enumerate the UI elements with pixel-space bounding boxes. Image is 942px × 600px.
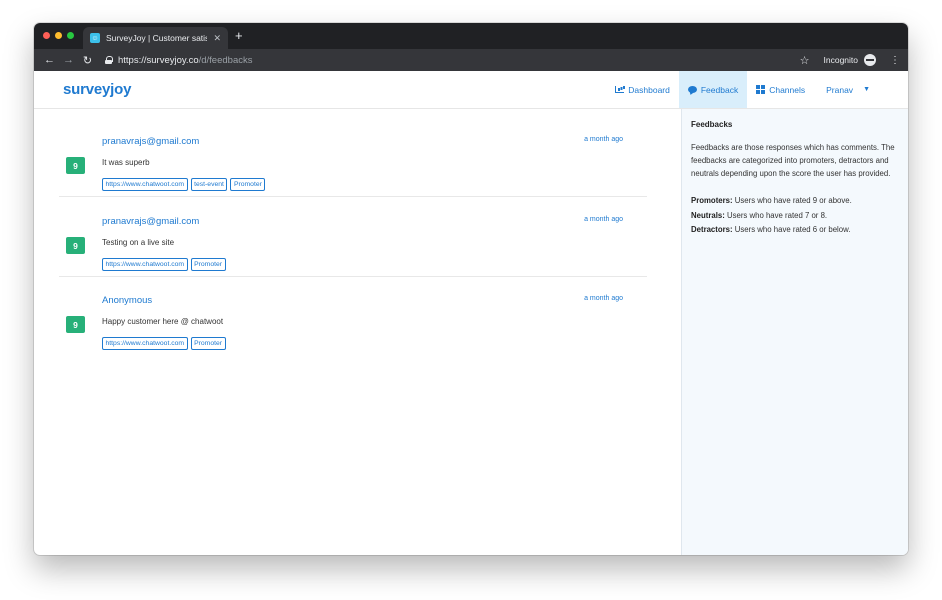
back-arrow-icon[interactable]: ←: [40, 54, 59, 66]
user-menu[interactable]: Pranav ▼: [814, 71, 908, 108]
browser-menu-icon[interactable]: ⋮: [890, 55, 900, 66]
tab-strip: ☺ SurveyJoy | Customer satisfact ✕ +: [34, 23, 908, 49]
tag-url[interactable]: https://www.chatwoot.com: [102, 337, 188, 350]
nav-feedback[interactable]: Feedback: [678, 71, 748, 108]
info-sidebar: Feedbacks Feedbacks are those responses …: [681, 109, 908, 555]
definition-term: Neutrals:: [691, 210, 725, 220]
definition-text: Users who have rated 7 or 8.: [724, 210, 828, 220]
feedback-email[interactable]: pranavrajs@gmail.com: [102, 216, 199, 227]
maximize-window-button[interactable]: [67, 32, 74, 39]
browser-window: ☺ SurveyJoy | Customer satisfact ✕ + ← →…: [34, 23, 908, 555]
feedback-time: a month ago: [584, 136, 623, 143]
browser-tab[interactable]: ☺ SurveyJoy | Customer satisfact ✕: [83, 27, 228, 49]
feedback-tags: https://www.chatwoot.com Promoter: [102, 337, 226, 350]
tag-event[interactable]: test-event: [190, 178, 228, 191]
tag-category[interactable]: Promoter: [230, 178, 266, 191]
feedback-item: 9 Anonymous a month ago Happy customer h…: [59, 276, 647, 356]
feedback-time: a month ago: [584, 216, 623, 223]
main-nav: Dashboard Feedback Channels Pranav ▼: [606, 71, 908, 108]
nav-dashboard[interactable]: Dashboard: [606, 71, 679, 108]
nav-feedback-label: Feedback: [700, 84, 739, 95]
feedback-text: Happy customer here @ chatwoot: [102, 317, 224, 326]
feedback-text: Testing on a live site: [102, 238, 175, 247]
feedback-email[interactable]: Anonymous: [102, 295, 152, 306]
tab-title: SurveyJoy | Customer satisfact: [106, 33, 208, 43]
definition-term: Detractors:: [691, 225, 733, 234]
score-badge: 9: [66, 237, 85, 254]
close-window-button[interactable]: [43, 32, 50, 39]
score-badge: 9: [66, 316, 85, 333]
nav-channels-label: Channels: [769, 84, 806, 95]
feedback-time: a month ago: [584, 295, 623, 302]
incognito-icon: [864, 54, 876, 66]
url-text: https://surveyjoy.co/d/feedbacks: [118, 55, 252, 66]
tag-url[interactable]: https://www.chatwoot.com: [102, 178, 188, 191]
incognito-label: Incognito: [823, 55, 859, 65]
feedback-tags: https://www.chatwoot.com Promoter: [102, 258, 226, 271]
window-controls: [43, 32, 74, 39]
surveyjoy-favicon-icon: ☺: [90, 33, 100, 43]
tab-close-icon[interactable]: ✕: [213, 33, 221, 44]
definition-neutrals: Neutrals: Users who have rated 7 or 8.: [691, 209, 899, 224]
address-bar: ← → ↻ https://surveyjoy.co/d/feedbacks ☆…: [34, 49, 908, 71]
definition-text: Users who have rated 9 or above.: [732, 196, 852, 205]
feedback-item: 9 pranavrajs@gmail.com a month ago It wa…: [59, 117, 647, 197]
feedback-text: It was superb: [102, 158, 150, 167]
nav-dashboard-label: Dashboard: [628, 84, 670, 95]
main-content: 9 pranavrajs@gmail.com a month ago It wa…: [34, 109, 908, 555]
url-path: /d/feedbacks: [198, 54, 253, 66]
sidebar-title: Feedbacks: [691, 120, 733, 129]
feedback-tags: https://www.chatwoot.com test-event Prom…: [102, 178, 266, 191]
feedback-list: 9 pranavrajs@gmail.com a month ago It wa…: [34, 109, 681, 555]
url-omnibox[interactable]: https://surveyjoy.co/d/feedbacks: [101, 52, 821, 68]
sidebar-description: Feedbacks are those responses which has …: [691, 143, 895, 178]
grid-icon: [756, 85, 766, 94]
tag-category[interactable]: Promoter: [190, 337, 226, 350]
tag-category[interactable]: Promoter: [190, 258, 226, 271]
surveyjoy-logo[interactable]: surveyjoy: [63, 81, 131, 98]
lock-icon: [105, 56, 113, 64]
definition-promoters: Promoters: Users who have rated 9 or abo…: [691, 194, 899, 209]
definition-text: Users who have rated 6 or below.: [732, 225, 851, 234]
incognito-indicator[interactable]: Incognito: [823, 54, 876, 66]
nav-channels[interactable]: Channels: [747, 71, 814, 108]
reload-icon[interactable]: ↻: [78, 54, 97, 67]
feedback-email[interactable]: pranavrajs@gmail.com: [102, 136, 199, 147]
score-badge: 9: [66, 157, 85, 174]
chat-bubble-icon: [687, 86, 697, 93]
caret-down-icon: ▼: [863, 86, 870, 93]
minimize-window-button[interactable]: [55, 32, 62, 39]
tag-url[interactable]: https://www.chatwoot.com: [102, 258, 188, 271]
chart-icon: [615, 86, 625, 93]
url-host: https://surveyjoy.co: [118, 54, 199, 66]
bookmark-star-icon[interactable]: ☆: [800, 54, 810, 67]
new-tab-button[interactable]: +: [235, 29, 243, 43]
definition-detractors: Detractors: Users who have rated 6 or be…: [691, 223, 899, 238]
feedback-item: 9 pranavrajs@gmail.com a month ago Testi…: [59, 197, 647, 277]
app-header: surveyjoy Dashboard Feedback Channels Pr…: [34, 71, 908, 109]
address-bar-actions: ☆ Incognito ⋮: [800, 49, 900, 71]
user-name: Pranav: [826, 84, 854, 95]
forward-arrow-icon[interactable]: →: [59, 54, 78, 66]
definition-term: Promoters:: [691, 196, 733, 205]
